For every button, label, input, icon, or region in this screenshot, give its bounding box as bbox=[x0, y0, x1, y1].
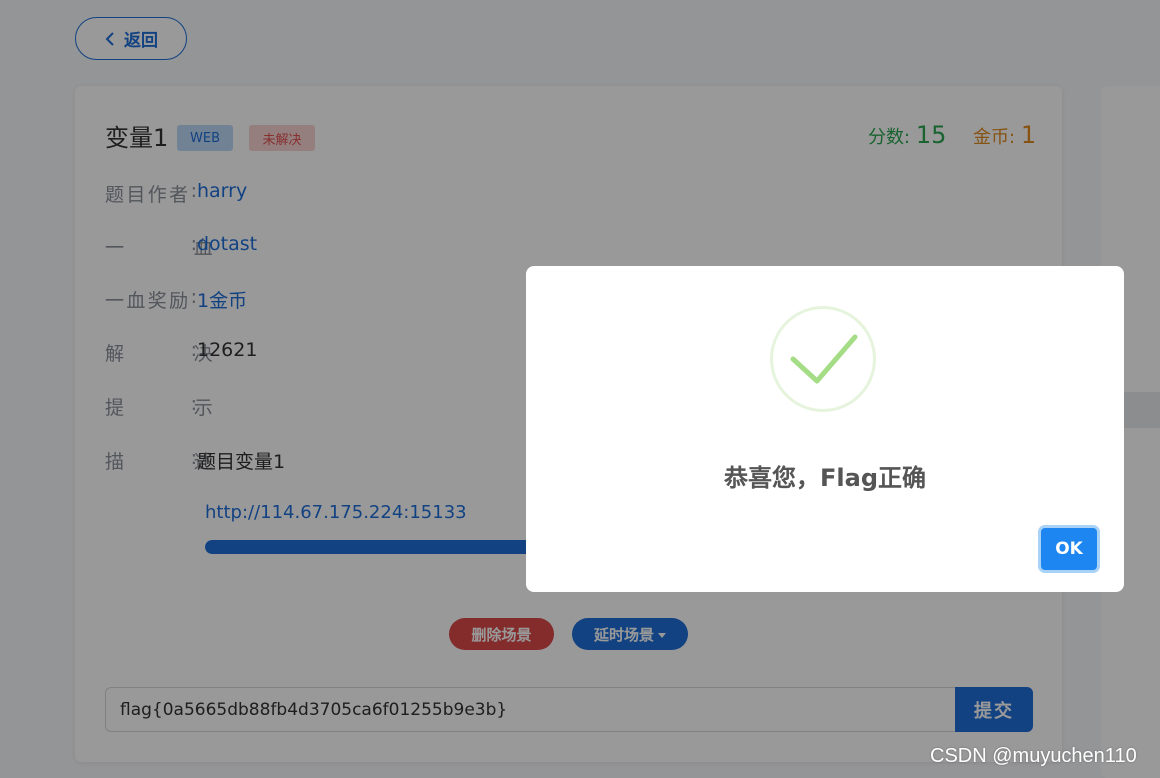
success-dialog: 恭喜您，Flag正确 OK bbox=[526, 266, 1124, 592]
dialog-message: 恭喜您，Flag正确 bbox=[724, 464, 926, 492]
ok-button[interactable]: OK bbox=[1041, 528, 1097, 570]
success-check-icon bbox=[770, 306, 876, 412]
page: 返回 变量1 WEB 未解决 分数: 15 金币: 1 题目作者: harry … bbox=[0, 0, 1160, 778]
watermark: CSDN @muyuchen110 bbox=[930, 745, 1137, 767]
